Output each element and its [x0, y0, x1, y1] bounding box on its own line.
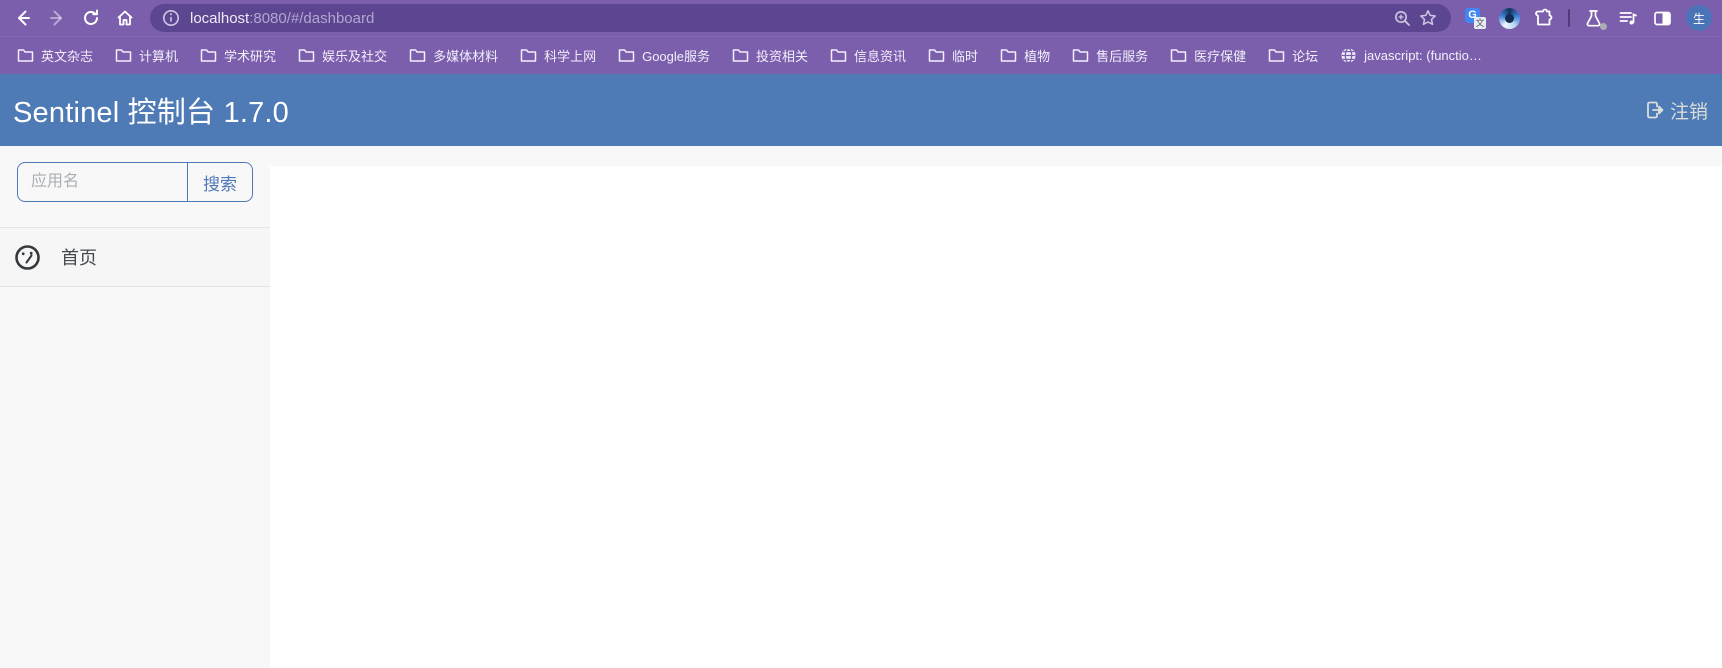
bookmark-label: 科学上网 [544, 49, 597, 64]
folder-icon [1072, 49, 1089, 62]
bookmark-label: javascript: (functio… [1364, 48, 1482, 63]
folder-icon [1000, 49, 1017, 62]
folder-icon [732, 49, 749, 62]
content-area: 搜索 首页 [0, 146, 1722, 668]
bookmark-folder[interactable]: 售后服务 [1063, 42, 1157, 69]
bookmark-folder[interactable]: 计算机 [106, 42, 187, 69]
bookmark-folder[interactable]: 信息资讯 [821, 42, 915, 69]
flask-status-dot [1600, 22, 1607, 30]
reload-icon[interactable] [76, 3, 106, 33]
bookmark-folder[interactable]: 学术研究 [191, 42, 285, 69]
bookmark-label: 信息资讯 [854, 49, 907, 64]
folder-icon [1268, 49, 1285, 62]
side-panel-icon[interactable] [1652, 8, 1673, 29]
extensions-puzzle-icon[interactable] [1533, 7, 1555, 29]
url-bar[interactable]: localhost:8080/#/dashboard [150, 4, 1451, 32]
home-icon[interactable] [110, 3, 140, 33]
bookmark-label: 娱乐及社交 [322, 49, 388, 64]
swirl-extension-icon[interactable] [1499, 7, 1520, 29]
folder-icon [298, 49, 315, 62]
zoom-icon[interactable] [1389, 5, 1415, 31]
playlist-music-icon[interactable] [1617, 7, 1639, 29]
bookmark-folder[interactable]: 科学上网 [511, 42, 605, 69]
dashboard-panel [270, 166, 1722, 668]
bookmark-label: 医疗保健 [1194, 49, 1247, 64]
sidebar-item-home[interactable]: 首页 [0, 228, 270, 287]
url-path: :8080/#/dashboard [249, 9, 375, 27]
bookmark-folder[interactable]: 英文杂志 [8, 42, 102, 69]
bookmark-folder[interactable]: 多媒体材料 [400, 42, 507, 69]
bookmark-star-icon[interactable] [1415, 5, 1441, 31]
sign-out-icon [1647, 101, 1664, 119]
bookmark-label: 多媒体材料 [433, 49, 499, 64]
bookmark-label: 计算机 [139, 49, 179, 64]
forward-icon[interactable] [42, 3, 72, 33]
gauge-icon [15, 244, 40, 270]
swirl-center [1505, 13, 1514, 23]
bookmark-folder[interactable]: 医疗保健 [1161, 42, 1255, 69]
globe-icon [1341, 47, 1356, 64]
extension-area: G 文 生 [1461, 5, 1712, 31]
url-text: localhost:8080/#/dashboard [190, 10, 1389, 27]
folder-icon [1170, 49, 1187, 62]
bookmark-folder[interactable]: 投资相关 [723, 42, 817, 69]
bookmark-folder[interactable]: 临时 [919, 42, 987, 69]
sidebar: 搜索 首页 [0, 146, 270, 668]
info-icon[interactable] [158, 5, 184, 31]
folder-icon [17, 49, 34, 62]
back-icon[interactable] [8, 3, 38, 33]
url-host: localhost [190, 9, 250, 27]
folder-icon [200, 49, 217, 62]
bookmark-label: 售后服务 [1096, 49, 1149, 64]
bookmark-javascript[interactable]: javascript: (functio… [1331, 43, 1491, 68]
bookmark-folder[interactable]: 论坛 [1259, 42, 1327, 69]
sidebar-nav: 首页 [0, 227, 270, 287]
bookmark-label: 论坛 [1292, 49, 1319, 64]
bookmark-label: Google服务 [642, 49, 711, 64]
folder-icon [830, 49, 847, 62]
search-button[interactable]: 搜索 [187, 163, 252, 201]
folder-icon [520, 49, 537, 62]
folder-icon [928, 49, 945, 62]
profile-avatar[interactable]: 生 [1686, 5, 1712, 31]
logout-label: 注销 [1669, 101, 1708, 123]
bookmarks-bar: 英文杂志 计算机 学术研究 娱乐及社交 多媒体材料 科学上网 Google服务 … [0, 36, 1722, 74]
translate-extension-icon[interactable]: G 文 [1465, 7, 1486, 29]
bookmark-label: 英文杂志 [41, 49, 94, 64]
folder-icon [409, 49, 426, 62]
bookmark-label: 投资相关 [756, 49, 809, 64]
main-area [270, 146, 1722, 668]
bookmark-label: 植物 [1024, 49, 1051, 64]
flask-icon[interactable] [1583, 8, 1607, 30]
app-search-input[interactable] [18, 163, 187, 201]
app-header: Sentinel 控制台 1.7.0 注销 [0, 74, 1722, 146]
folder-icon [618, 49, 635, 62]
page-title: Sentinel 控制台 1.7.0 [13, 97, 290, 129]
bookmark-folder[interactable]: 植物 [991, 42, 1059, 69]
app-search-group: 搜索 [17, 162, 253, 202]
logout-button[interactable]: 注销 [1645, 97, 1708, 124]
main-top-gap [270, 146, 1722, 166]
toolbar-separator [1568, 9, 1570, 27]
bookmark-folder[interactable]: Google服务 [609, 42, 719, 69]
bookmark-folder[interactable]: 娱乐及社交 [289, 42, 396, 69]
sidebar-item-label: 首页 [61, 248, 97, 268]
bookmark-label: 临时 [952, 49, 979, 64]
folder-icon [115, 49, 132, 62]
browser-toolbar: localhost:8080/#/dashboard G 文 生 [0, 0, 1722, 36]
bookmark-label: 学术研究 [224, 49, 277, 64]
